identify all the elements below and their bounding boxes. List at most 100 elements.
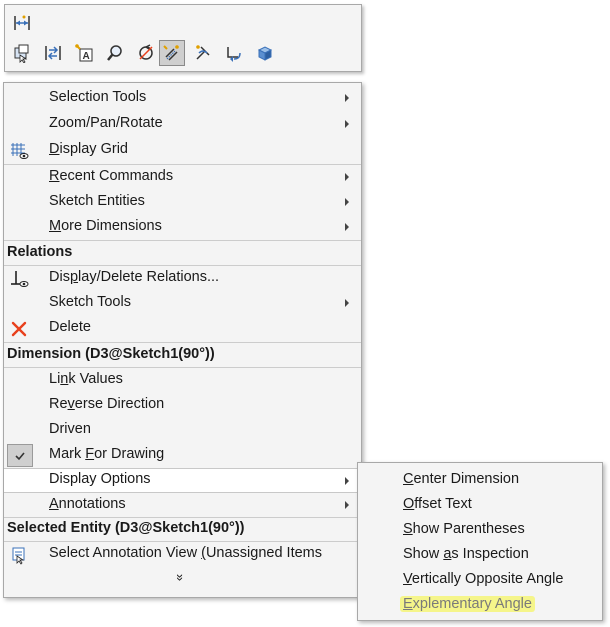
label-part: enter Dimension [413, 471, 520, 487]
context-toolbar: A [4, 4, 362, 72]
menu-item-sketch-tools[interactable]: Sketch Tools [4, 291, 361, 316]
menu-separator [4, 342, 361, 343]
menu-item-driven[interactable]: Driven [4, 418, 361, 443]
label-part: Show [403, 546, 444, 562]
menu-item-zoom-pan-rotate[interactable]: Zoom/Pan/Rotate [4, 112, 361, 137]
section-header-dimension: Dimension (D3@Sketch1(90°)) [7, 346, 215, 362]
menu-separator [4, 240, 361, 241]
submenu-item-center-dimension[interactable]: Center Dimension [403, 471, 519, 487]
smart-dimension-icon[interactable] [159, 40, 185, 66]
label-part: Select Annotation View [49, 545, 202, 561]
undo-arrow-icon[interactable] [221, 40, 247, 66]
grid-icon [8, 140, 30, 161]
note-icon[interactable]: A [71, 40, 97, 66]
menu-item-label: Reverse Direction [49, 396, 164, 412]
menu-item-label: Link Values [49, 371, 123, 387]
accelerator-key: A [49, 496, 59, 512]
label-part: ertically Opposite Angle [411, 571, 564, 587]
submenu-arrow-icon [345, 94, 349, 102]
menu-item-label: Annotations [49, 496, 126, 512]
expand-more-icon[interactable]: » [173, 574, 188, 581]
menu-item-sketch-entities[interactable]: Sketch Entities [4, 190, 361, 215]
label-part: ecent Commands [59, 168, 174, 184]
accelerator-key: R [49, 168, 60, 184]
label-part: Dis [49, 269, 70, 285]
pan-icon[interactable] [190, 40, 216, 66]
accelerator-key: F [85, 446, 95, 462]
menu-item-label: Select Annotation View (Unassigned Items [49, 545, 331, 561]
menu-item-label: Selection Tools [49, 89, 147, 105]
svg-text:A: A [83, 51, 90, 62]
submenu-arrow-icon [345, 173, 349, 181]
menu-item-display-delete-relations[interactable]: Display/Delete Relations... [4, 266, 361, 291]
label-part: isplay Grid [59, 141, 128, 157]
menu-item-label: Mark For Drawing [49, 446, 164, 462]
label-part: Li [49, 371, 61, 387]
label-part: erse Direction [74, 396, 165, 412]
label-part: xplementary Angle [412, 596, 532, 612]
submenu-item-show-as-inspection[interactable]: Show as Inspection [403, 546, 529, 562]
label-part: how Parentheses [412, 521, 525, 537]
menu-item-label: Sketch Entities [49, 193, 145, 209]
menu-item-label: Display/Delete Relations... [49, 269, 219, 285]
menu-item-delete[interactable]: Delete [4, 316, 361, 341]
annotation-view-icon [8, 544, 30, 565]
accelerator-key: E [403, 596, 413, 612]
menu-item-label: Zoom/Pan/Rotate [49, 115, 163, 131]
menu-item-label: Delete [49, 319, 91, 335]
label-part: nnotations [58, 496, 126, 512]
submenu-item-explementary-angle[interactable]: Explementary Angle [400, 596, 535, 612]
menu-item-select-annotation-view[interactable]: Select Annotation View (Unassigned Items [4, 542, 361, 567]
submenu-arrow-icon [345, 299, 349, 307]
accelerator-key: C [403, 471, 414, 487]
component-icon[interactable] [252, 40, 278, 66]
menu-item-annotations[interactable]: Annotations [4, 493, 361, 518]
submenu-arrow-icon [345, 501, 349, 509]
relations-icon [8, 268, 30, 289]
submenu-item-vertically-opposite-angle[interactable]: Vertically Opposite Angle [403, 571, 563, 587]
accelerator-key: V [403, 571, 412, 587]
label-part: lay/Delete Relations... [78, 269, 220, 285]
menu-item-display-options[interactable]: Display Options [4, 468, 361, 493]
submenu-arrow-icon [345, 477, 349, 485]
menu-item-label: Recent Commands [49, 168, 173, 184]
accelerator-key: M [49, 218, 62, 234]
zoom-icon[interactable] [102, 40, 128, 66]
context-menu: Selection Tools Zoom/Pan/Rotate Display … [3, 82, 362, 598]
submenu-arrow-icon [345, 198, 349, 206]
horizontal-dimension-icon[interactable] [9, 10, 35, 36]
menu-item-display-grid[interactable]: Display Grid [4, 138, 361, 163]
section-header-relations: Relations [7, 244, 73, 260]
submenu-arrow-icon [345, 223, 349, 231]
display-options-submenu: Center Dimension Offset Text Show Parent… [357, 462, 603, 621]
accelerator-key: v [67, 396, 75, 412]
submenu-item-offset-text[interactable]: Offset Text [403, 496, 472, 512]
accelerator-key: O [403, 496, 415, 512]
menu-item-label: Display Grid [49, 141, 128, 157]
menu-item-selection-tools[interactable]: Selection Tools [4, 86, 361, 111]
checkmark-icon [7, 444, 33, 467]
menu-item-link-values[interactable]: Link Values [4, 368, 361, 393]
delete-icon [8, 318, 30, 339]
submenu-arrow-icon [345, 120, 349, 128]
swap-icon[interactable] [40, 40, 66, 66]
label-part: ffset Text [414, 496, 472, 512]
label-part: Unassigned Items [205, 545, 322, 561]
label-part: or Drawing [94, 446, 165, 462]
select-other-icon[interactable] [9, 40, 35, 66]
menu-item-label: Driven [49, 421, 91, 437]
menu-item-mark-for-drawing[interactable]: Mark For Drawing [4, 443, 361, 468]
menu-item-recent-commands[interactable]: Recent Commands [4, 165, 361, 190]
accelerator-key: S [403, 521, 413, 537]
label-part: ore Dimensions [61, 218, 162, 234]
label-part: s Inspection [451, 546, 529, 562]
rotate-icon[interactable] [133, 40, 159, 66]
submenu-item-show-parentheses[interactable]: Show Parentheses [403, 521, 525, 537]
menu-item-label: Sketch Tools [49, 294, 131, 310]
menu-item-label: Display Options [49, 471, 151, 487]
accelerator-key: p [69, 269, 79, 285]
menu-separator [4, 517, 361, 518]
section-header-selected-entity: Selected Entity (D3@Sketch1(90°)) [7, 520, 245, 536]
menu-item-more-dimensions[interactable]: More Dimensions [4, 215, 361, 240]
menu-item-reverse-direction[interactable]: Reverse Direction [4, 393, 361, 418]
